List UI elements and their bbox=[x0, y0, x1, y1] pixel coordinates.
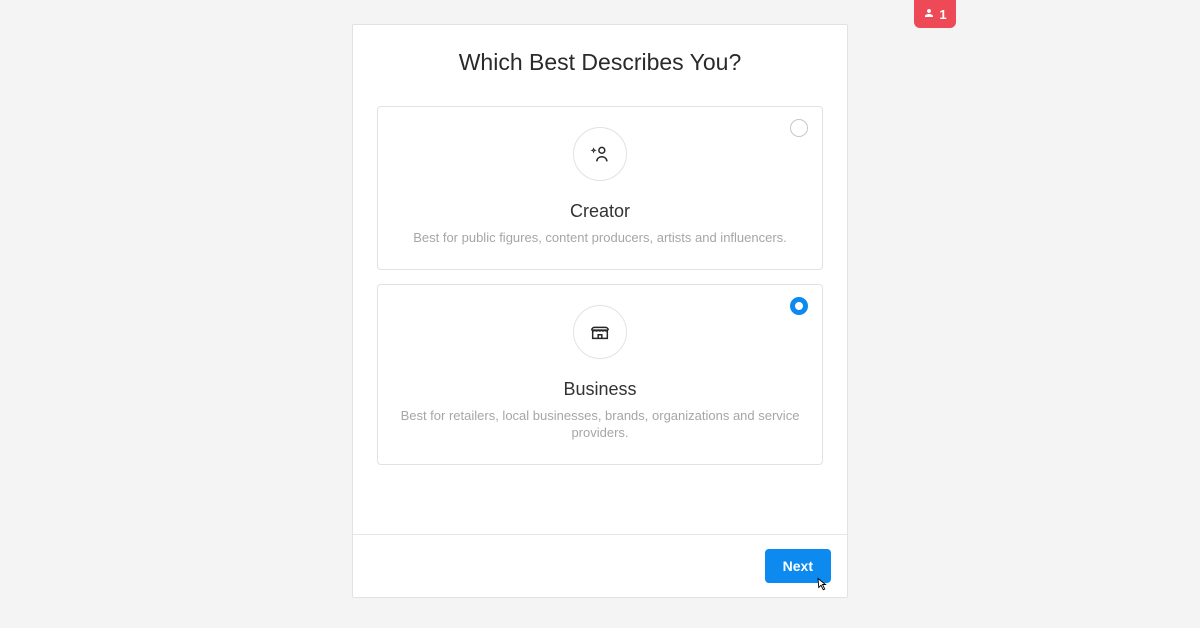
option-description: Best for retailers, local businesses, br… bbox=[396, 408, 804, 442]
person-icon bbox=[923, 7, 935, 22]
option-title: Creator bbox=[396, 201, 804, 222]
account-type-modal: Which Best Describes You? Creator Best f… bbox=[352, 24, 848, 598]
option-creator[interactable]: Creator Best for public figures, content… bbox=[377, 106, 823, 270]
business-icon bbox=[573, 305, 627, 359]
next-button[interactable]: Next bbox=[765, 549, 831, 583]
notification-count: 1 bbox=[939, 7, 946, 22]
option-description: Best for public figures, content produce… bbox=[396, 230, 804, 247]
radio-business[interactable] bbox=[790, 297, 808, 315]
option-business[interactable]: Business Best for retailers, local busin… bbox=[377, 284, 823, 465]
options-list: Creator Best for public figures, content… bbox=[377, 106, 823, 465]
option-title: Business bbox=[396, 379, 804, 400]
modal-title: Which Best Describes You? bbox=[377, 49, 823, 76]
notification-badge[interactable]: 1 bbox=[914, 0, 956, 28]
modal-body: Which Best Describes You? Creator Best f… bbox=[353, 25, 847, 534]
creator-icon bbox=[573, 127, 627, 181]
radio-creator[interactable] bbox=[790, 119, 808, 137]
modal-footer: Next bbox=[353, 534, 847, 597]
